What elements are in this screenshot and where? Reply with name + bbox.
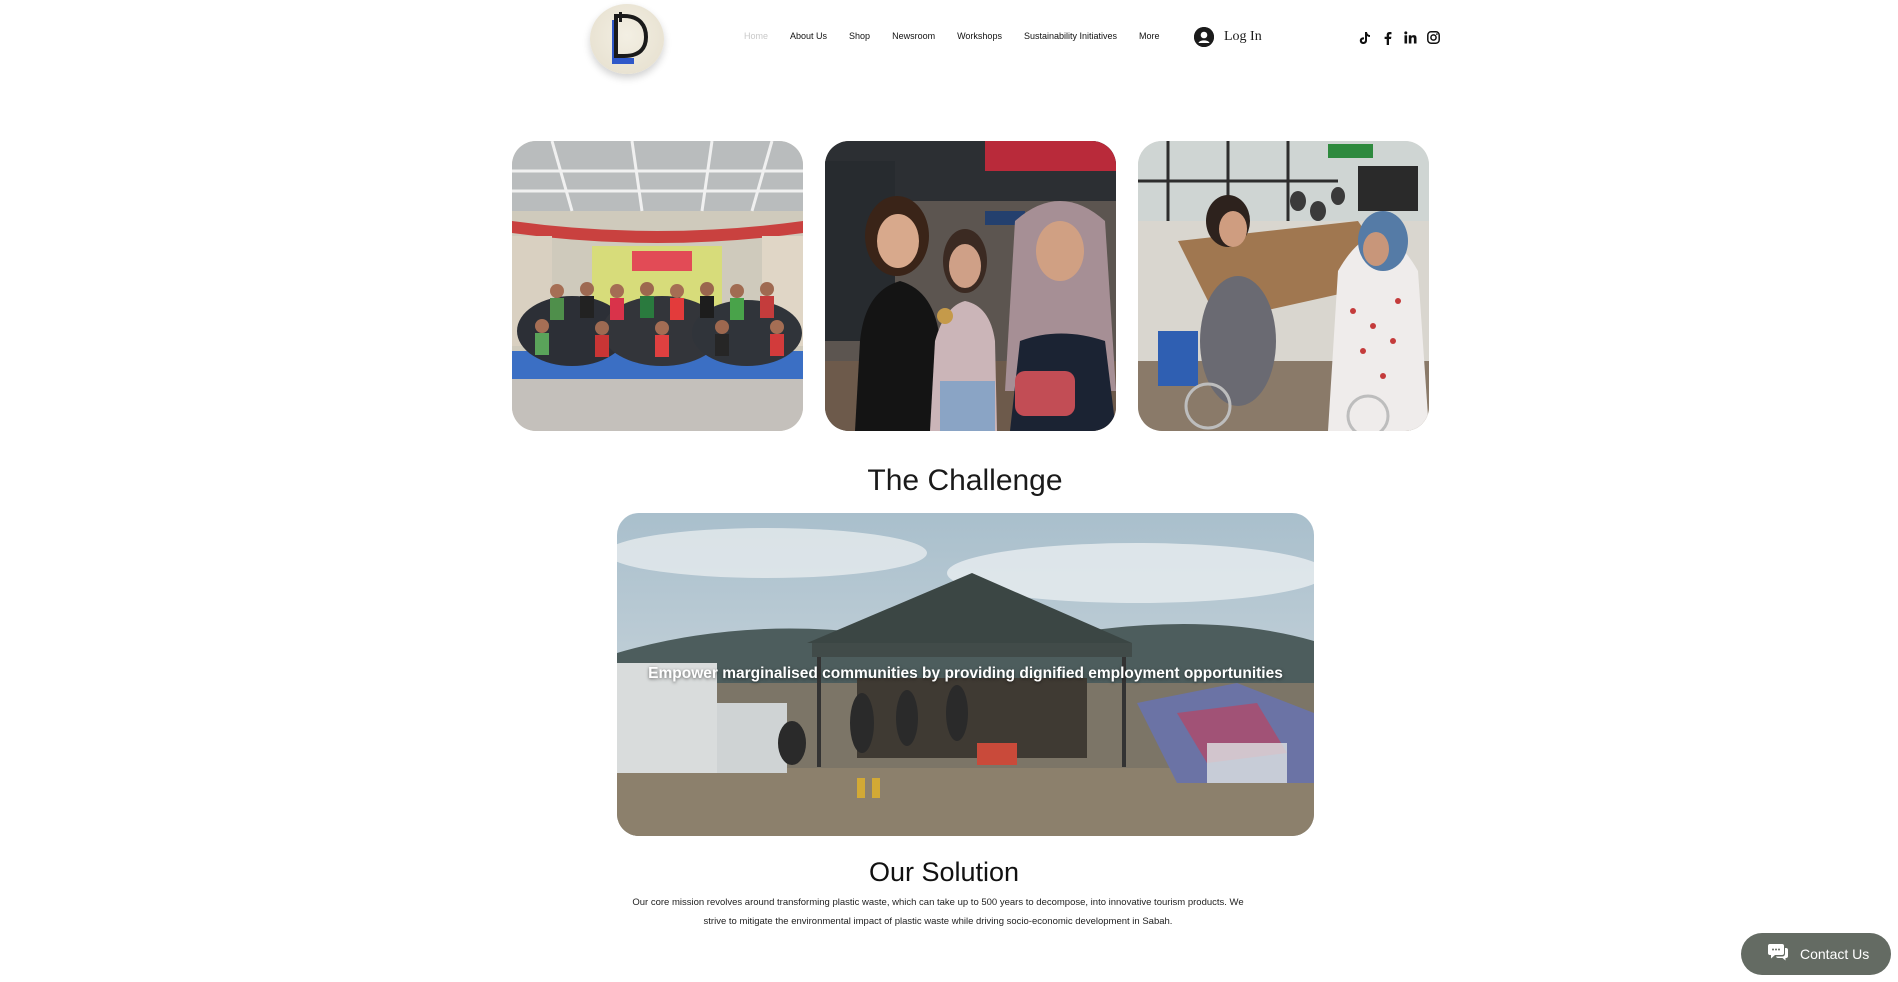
nav-item-more[interactable]: More xyxy=(1139,31,1160,41)
solution-text: Our core mission revolves around transfo… xyxy=(620,893,1256,931)
gallery-photo-workshop[interactable] xyxy=(1138,141,1429,431)
tiktok-icon[interactable] xyxy=(1357,30,1372,45)
nav-item-about-us[interactable]: About Us xyxy=(790,31,827,41)
site-header: Home About Us Shop Newsroom Workshops Su… xyxy=(0,0,1898,80)
user-avatar-icon xyxy=(1194,27,1214,47)
gallery-photo-women[interactable] xyxy=(825,141,1116,431)
instagram-icon[interactable] xyxy=(1426,30,1441,45)
chat-bubble-icon xyxy=(1768,943,1788,966)
challenge-title: The Challenge xyxy=(867,464,1063,497)
main-nav: Home About Us Shop Newsroom Workshops Su… xyxy=(744,31,1182,41)
contact-us-label: Contact Us xyxy=(1800,946,1870,962)
nav-item-sustainability-initiatives[interactable]: Sustainability Initiatives xyxy=(1024,31,1117,41)
login-label: Log In xyxy=(1224,29,1262,44)
challenge-caption: Empower marginalised communities by prov… xyxy=(648,665,1283,682)
social-links xyxy=(1357,30,1441,45)
nav-item-newsroom[interactable]: Newsroom xyxy=(892,31,935,41)
solution-text-line-2: strive to mitigate the environmental imp… xyxy=(703,916,1173,927)
gallery-photo-group[interactable] xyxy=(512,141,803,431)
nav-item-shop[interactable]: Shop xyxy=(849,31,870,41)
facebook-icon[interactable] xyxy=(1380,30,1395,45)
linkedin-icon[interactable] xyxy=(1403,30,1418,45)
contact-us-button[interactable]: Contact Us xyxy=(1741,933,1891,975)
site-logo[interactable] xyxy=(590,4,664,74)
solution-text-line-1: Our core mission revolves around transfo… xyxy=(632,897,1244,908)
nav-item-home[interactable]: Home xyxy=(744,31,768,41)
solution-title: Our Solution xyxy=(868,857,1020,887)
nav-item-workshops[interactable]: Workshops xyxy=(957,31,1002,41)
login-button[interactable]: Log In xyxy=(1194,27,1262,47)
challenge-image: Empower marginalised communities by prov… xyxy=(617,513,1314,836)
